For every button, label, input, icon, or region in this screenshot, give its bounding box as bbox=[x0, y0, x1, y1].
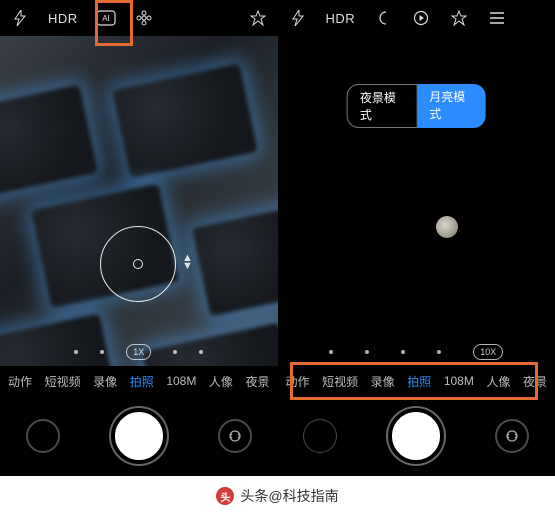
focus-ring[interactable] bbox=[100, 226, 176, 302]
pill-moon-mode[interactable]: 月亮模式 bbox=[417, 84, 485, 128]
switch-camera-button[interactable] bbox=[495, 419, 529, 453]
viewfinder[interactable]: 夜景模式 月亮模式 10X bbox=[278, 36, 555, 366]
pill-night-scene[interactable]: 夜景模式 bbox=[347, 84, 417, 128]
camera-screenshot-left: HDR AI ▲▼ 1X bbox=[0, 0, 278, 476]
mode-item[interactable]: 夜景 bbox=[519, 373, 551, 390]
mode-item[interactable]: 夜景 bbox=[241, 373, 273, 390]
viewfinder[interactable]: ▲▼ 1X bbox=[0, 36, 278, 366]
mode-item[interactable]: 人像 bbox=[482, 373, 514, 390]
zoom-dot[interactable] bbox=[74, 350, 78, 354]
exposure-slider-icon[interactable]: ▲▼ bbox=[182, 254, 193, 270]
menu-icon[interactable] bbox=[487, 8, 507, 28]
ai-icon[interactable]: AI bbox=[96, 8, 116, 28]
flash-icon[interactable] bbox=[288, 8, 308, 28]
mode-strip[interactable]: 动作 短视频 录像 拍照 108M 人像 夜景 bbox=[278, 366, 555, 396]
mode-item[interactable]: 短视频 bbox=[41, 373, 85, 390]
mode-item[interactable]: 动作 bbox=[282, 373, 314, 390]
moon-subject bbox=[436, 216, 458, 238]
top-bar: HDR bbox=[278, 0, 555, 36]
flash-icon[interactable] bbox=[10, 8, 30, 28]
zoom-chip[interactable]: 10X bbox=[473, 344, 503, 360]
switch-camera-button[interactable] bbox=[218, 419, 252, 453]
gallery-thumbnail[interactable] bbox=[26, 419, 60, 453]
zoom-row: 1X bbox=[0, 344, 278, 360]
svg-text:AI: AI bbox=[102, 14, 110, 23]
mode-item[interactable]: 录像 bbox=[367, 373, 399, 390]
shutter-button[interactable] bbox=[111, 408, 167, 464]
toutiao-logo-icon: 头 bbox=[216, 487, 234, 505]
zoom-dot[interactable] bbox=[437, 350, 441, 354]
moon-icon[interactable] bbox=[373, 8, 393, 28]
top-bar: HDR AI bbox=[0, 0, 278, 36]
attribution-text: 头条@科技指南 bbox=[240, 486, 338, 506]
zoom-chip[interactable]: 1X bbox=[126, 344, 151, 360]
zoom-row: 10X bbox=[278, 344, 555, 360]
gallery-thumbnail[interactable] bbox=[303, 419, 337, 453]
mode-item[interactable]: 动作 bbox=[4, 373, 36, 390]
hdr-toggle[interactable]: HDR bbox=[48, 11, 78, 26]
filter-icon[interactable] bbox=[449, 8, 469, 28]
flower-icon[interactable] bbox=[134, 8, 154, 28]
mode-item[interactable]: 录像 bbox=[89, 373, 121, 390]
mode-item[interactable]: 108M bbox=[440, 374, 478, 388]
shutter-button[interactable] bbox=[388, 408, 444, 464]
play-icon[interactable] bbox=[411, 8, 431, 28]
zoom-dot[interactable] bbox=[199, 350, 203, 354]
attribution-footer: 头 头条@科技指南 bbox=[0, 476, 555, 516]
mode-strip[interactable]: 动作 短视频 录像 拍照 108M 人像 夜景 bbox=[0, 366, 278, 396]
mode-item[interactable]: 108M bbox=[162, 374, 200, 388]
filter-icon[interactable] bbox=[248, 8, 268, 28]
hdr-toggle[interactable]: HDR bbox=[326, 11, 356, 26]
mode-item[interactable]: 人像 bbox=[205, 373, 237, 390]
control-bar bbox=[0, 396, 278, 476]
mode-item[interactable]: 短视频 bbox=[318, 373, 362, 390]
mode-item-active[interactable]: 拍照 bbox=[126, 373, 158, 390]
mode-item-active[interactable]: 拍照 bbox=[403, 373, 435, 390]
camera-screenshot-right: HDR 夜景模式 月亮模式 bbox=[278, 0, 555, 476]
zoom-dot[interactable] bbox=[401, 350, 405, 354]
night-mode-pills: 夜景模式 月亮模式 bbox=[347, 84, 486, 128]
zoom-dot[interactable] bbox=[365, 350, 369, 354]
zoom-dot[interactable] bbox=[173, 350, 177, 354]
zoom-dot[interactable] bbox=[329, 350, 333, 354]
zoom-dot[interactable] bbox=[100, 350, 104, 354]
control-bar bbox=[278, 396, 555, 476]
